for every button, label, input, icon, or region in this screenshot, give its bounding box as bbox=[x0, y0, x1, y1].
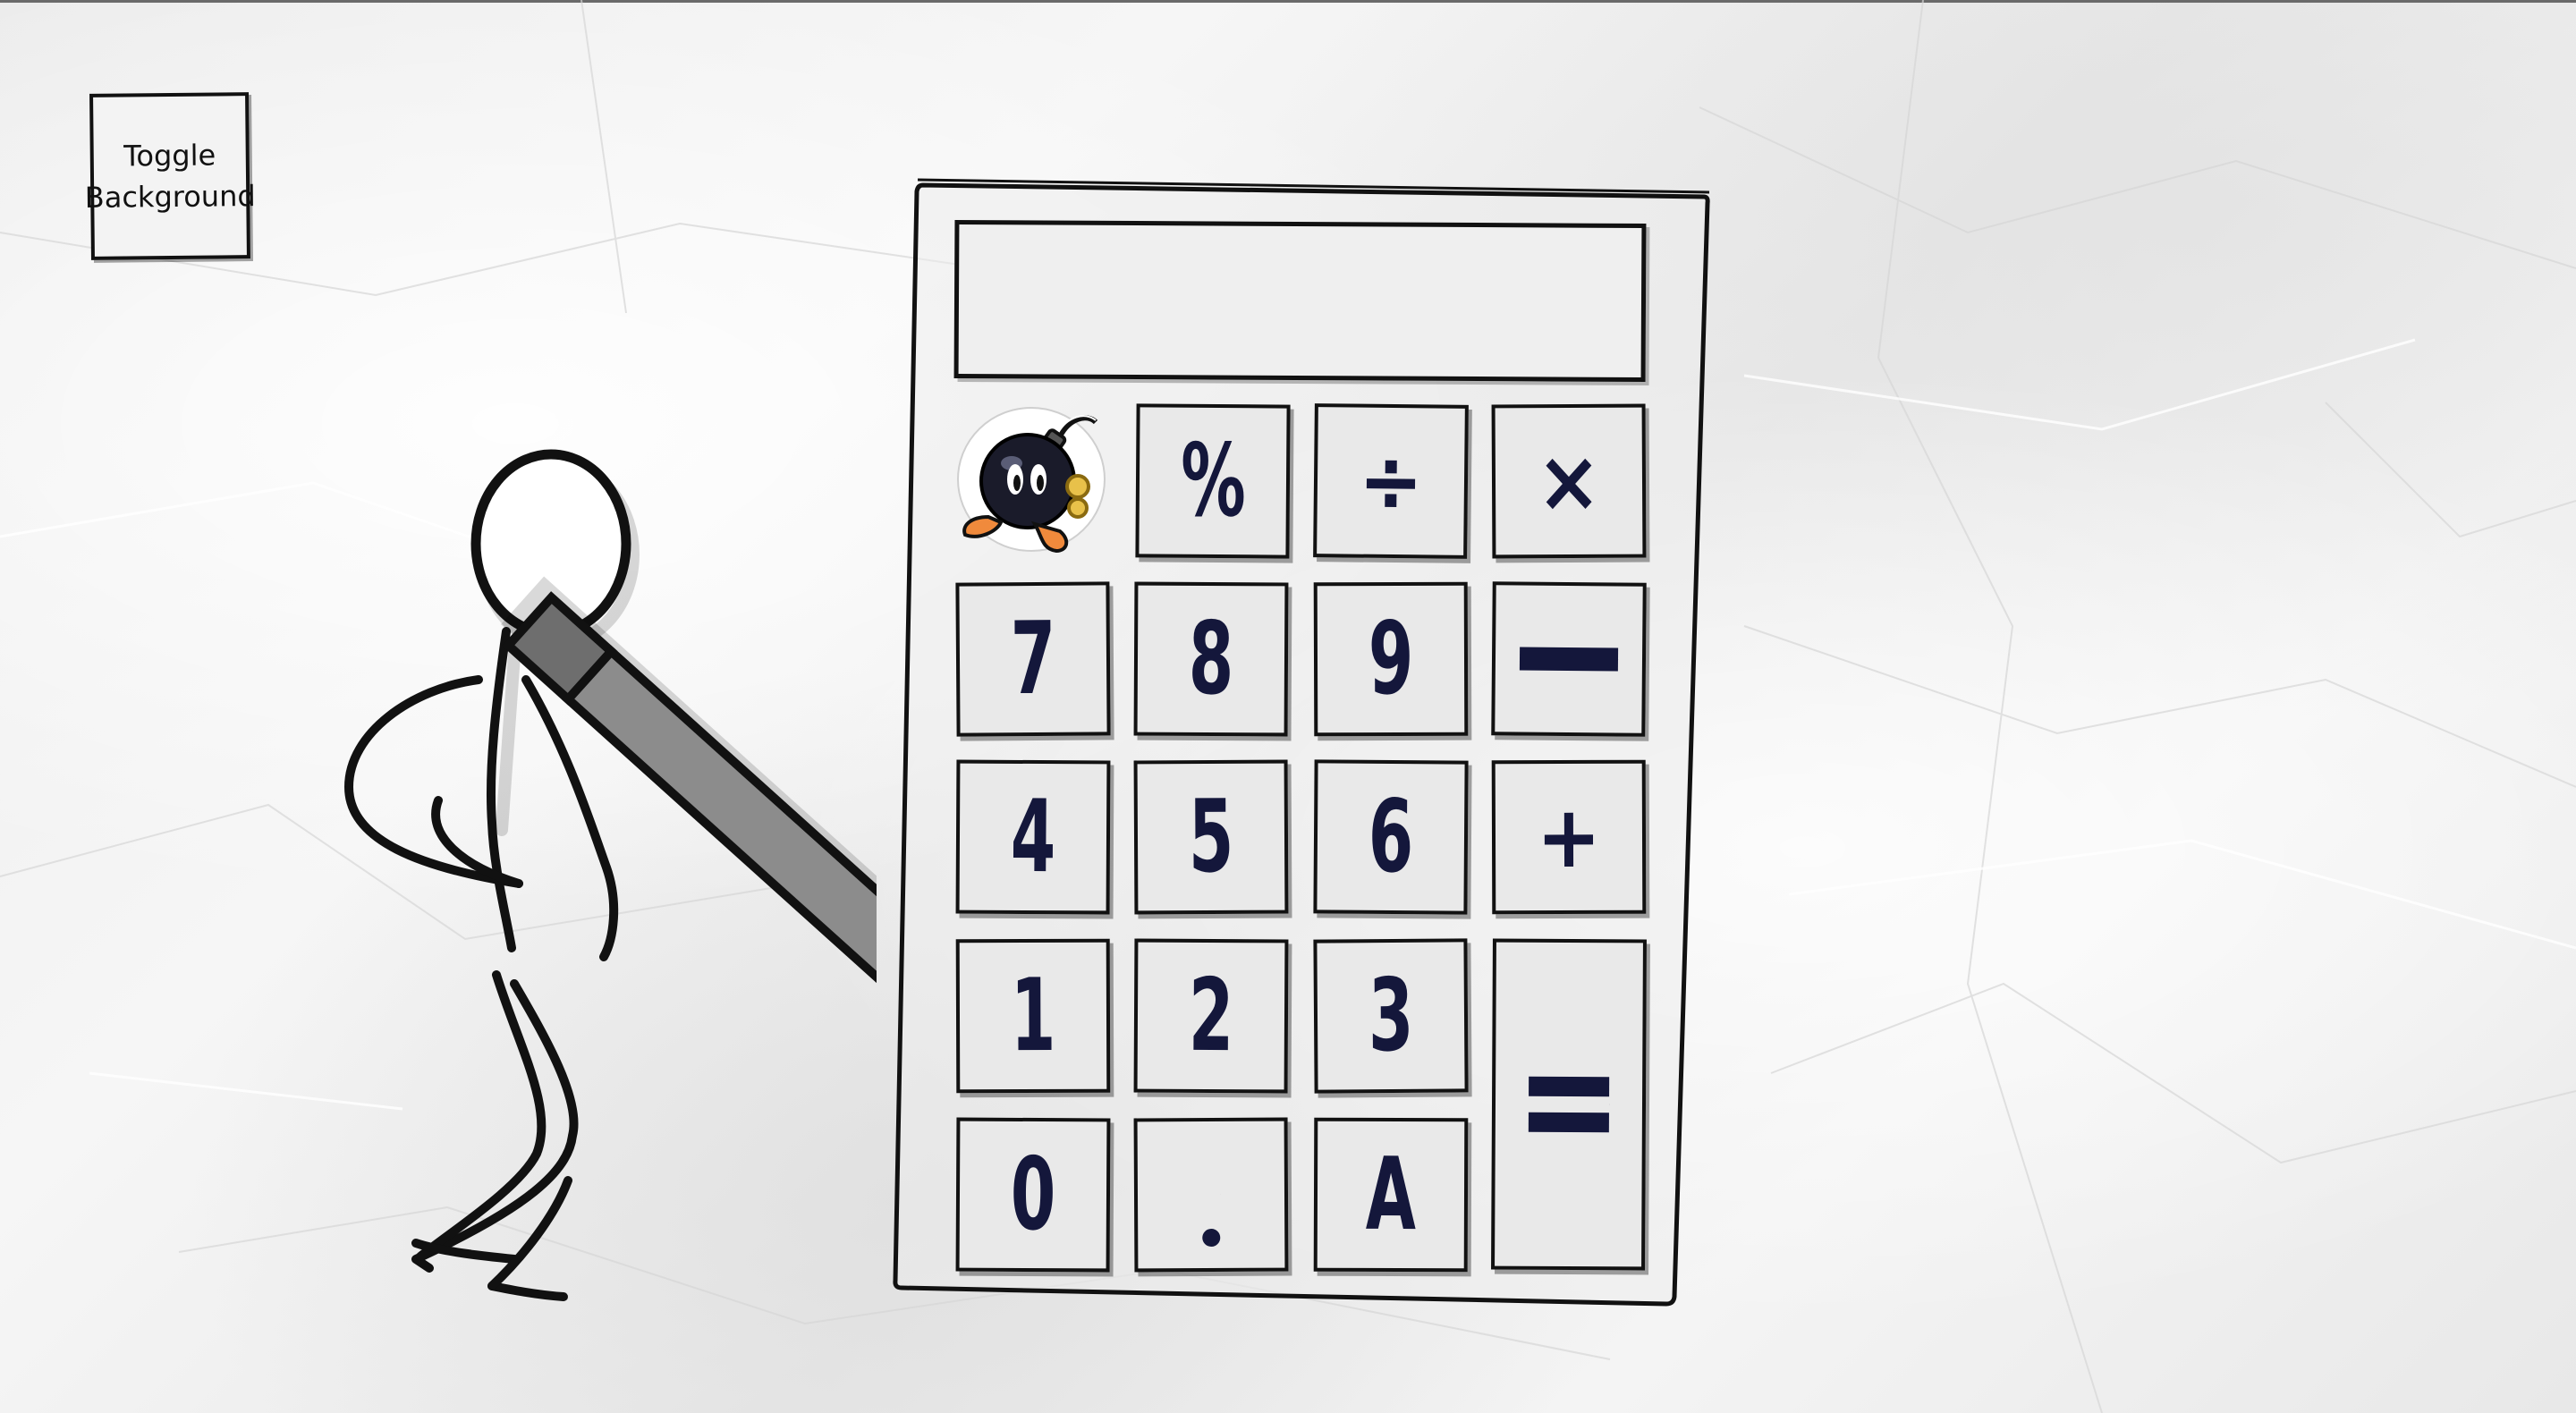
zero-key[interactable]: 0 bbox=[955, 1117, 1111, 1273]
two-key-label: 2 bbox=[1188, 957, 1234, 1075]
nine-key[interactable]: 9 bbox=[1313, 581, 1469, 737]
six-key-label: 6 bbox=[1368, 778, 1414, 896]
stick-figure-with-pencil-icon bbox=[343, 449, 877, 1301]
calculator-display bbox=[953, 219, 1647, 383]
zero-key-label: 0 bbox=[1010, 1136, 1056, 1254]
three-key-label: 3 bbox=[1368, 957, 1414, 1075]
eight-key-label: 8 bbox=[1188, 600, 1234, 718]
eight-key[interactable]: 8 bbox=[1133, 581, 1289, 737]
one-key[interactable]: 1 bbox=[955, 938, 1111, 1094]
percent-key-label: % bbox=[1180, 422, 1246, 540]
stickman-leg-front bbox=[416, 970, 547, 1261]
minus-key-label: − bbox=[1617, 658, 1619, 660]
equals-key-label: = bbox=[1608, 1104, 1610, 1105]
divide-key[interactable]: ÷ bbox=[1313, 403, 1469, 559]
equals-key-bars bbox=[1528, 1076, 1609, 1133]
one-key-label: 1 bbox=[1010, 957, 1056, 1075]
four-key-label: 4 bbox=[1010, 778, 1056, 896]
toggle-background-button[interactable]: Toggle Background bbox=[85, 92, 256, 260]
plus-key-label: + bbox=[1536, 786, 1602, 888]
seven-key[interactable]: 7 bbox=[955, 581, 1111, 737]
six-key[interactable]: 6 bbox=[1313, 759, 1469, 915]
clear-key[interactable]: A bbox=[1313, 1117, 1469, 1273]
percent-key[interactable]: % bbox=[1135, 403, 1291, 559]
five-key[interactable]: 5 bbox=[1133, 759, 1289, 915]
four-key[interactable]: 4 bbox=[955, 759, 1111, 915]
plus-key[interactable]: + bbox=[1491, 759, 1647, 915]
toggle-label-line1: Toggle bbox=[123, 138, 216, 173]
seven-key-label: 7 bbox=[1010, 600, 1056, 718]
stickman-foot-right bbox=[487, 1282, 568, 1301]
top-border bbox=[0, 0, 2576, 3]
decimal-key[interactable]: . bbox=[1133, 1117, 1289, 1273]
nine-key-label: 9 bbox=[1368, 600, 1414, 718]
stickman-leg-back bbox=[411, 979, 579, 1273]
toggle-label-line2: Background bbox=[84, 179, 256, 215]
minus-key[interactable]: − bbox=[1491, 581, 1647, 737]
equals-key[interactable]: = bbox=[1491, 938, 1647, 1271]
decimal-key-dot bbox=[1202, 1228, 1221, 1247]
five-key-label: 5 bbox=[1188, 778, 1234, 896]
minus-key-bar bbox=[1519, 647, 1618, 672]
two-key[interactable]: 2 bbox=[1133, 938, 1289, 1094]
multiply-key-label: × bbox=[1536, 430, 1602, 532]
divide-key-label: ÷ bbox=[1358, 430, 1424, 532]
pencil-icon bbox=[500, 576, 877, 1104]
multiply-key[interactable]: × bbox=[1491, 403, 1647, 559]
three-key[interactable]: 3 bbox=[1313, 938, 1469, 1094]
bob-omb-icon[interactable] bbox=[953, 401, 1114, 562]
clear-key-label: A bbox=[1365, 1136, 1417, 1254]
